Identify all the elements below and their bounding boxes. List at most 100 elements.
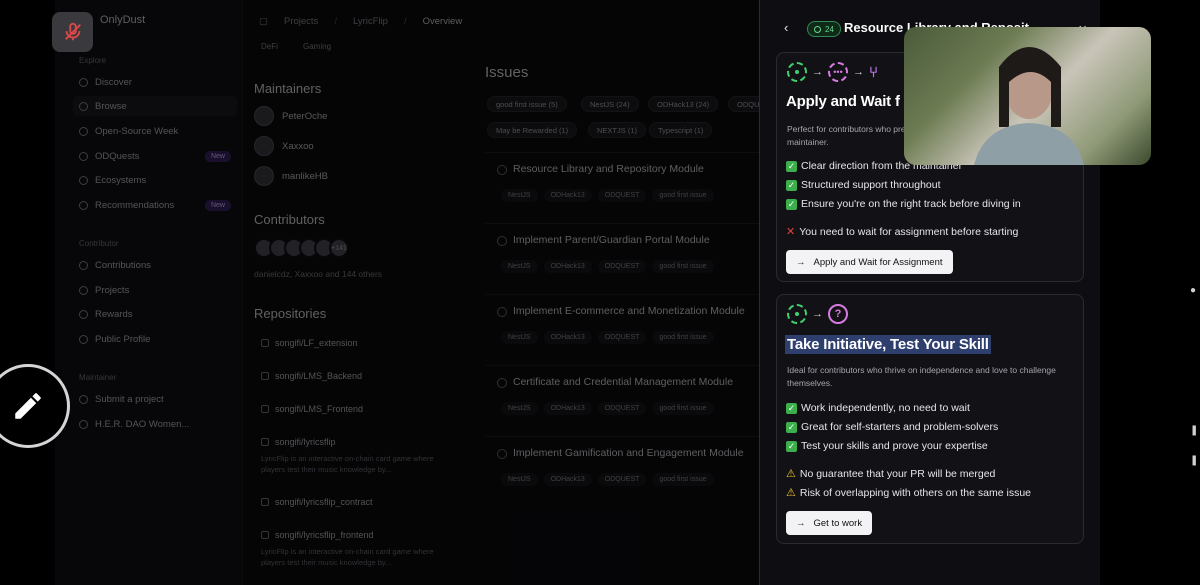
issue-filter-chip[interactable]: NEXTJS (1) — [588, 122, 647, 138]
check-icon: ✓ — [786, 198, 797, 210]
mic-off-icon[interactable] — [52, 12, 93, 52]
repository-item[interactable]: songifi/LMS_Backend — [261, 371, 362, 381]
contributors-text: danielcdz, Xaxxoo and 144 others — [254, 269, 383, 279]
issue-tag: ODQUEST — [597, 331, 647, 344]
sidebar-item-rewards[interactable]: Rewards — [73, 304, 237, 324]
explore-label: Explore — [79, 56, 107, 65]
maintainer-item[interactable]: Xaxxoo — [254, 136, 314, 156]
document-icon — [79, 260, 88, 270]
issue-tag: ODQUEST — [597, 473, 647, 486]
sidebar-item-open-source-week[interactable]: Open-Source Week — [73, 121, 237, 141]
issue-status-icon — [497, 165, 507, 175]
issue-tag: good first issue — [652, 473, 714, 486]
pro-item: ✓ Ensure you're on the right track before… — [786, 198, 1021, 210]
breadcrumb-separator: / — [403, 15, 407, 27]
issue-count-badge: 24 — [807, 21, 841, 37]
issues-title: Issues — [485, 64, 529, 81]
repository-item[interactable]: songifi/lyricsflip_contract — [261, 497, 373, 507]
issue-card[interactable]: Certificate and Credential Management Mo… — [485, 365, 775, 427]
sidebar-item-recommendations[interactable]: Recommendations New — [73, 195, 237, 215]
category-tag: Gaming — [303, 42, 332, 51]
category-tag: DeFi — [261, 42, 278, 51]
webcam-video-overlay — [904, 27, 1151, 165]
sidebar-item-browse[interactable]: Browse — [73, 96, 237, 116]
avatar — [254, 136, 274, 156]
con-item: ✕ You need to wait for assignment before … — [786, 225, 1019, 239]
sidebar-item-her-dao[interactable]: H.E.R. DAO Women... — [73, 414, 237, 434]
issue-filter-chip[interactable]: ODHack13 (24) — [648, 96, 719, 112]
check-icon: ✓ — [786, 440, 797, 452]
breadcrumb-project[interactable]: LyricFlip — [353, 16, 388, 27]
folder-icon — [79, 101, 88, 111]
plus-icon — [79, 394, 88, 404]
repositories-title: Repositories — [254, 306, 327, 321]
coin-icon — [79, 309, 88, 319]
user-icon — [79, 334, 88, 344]
contributor-label: Contributor — [79, 239, 119, 248]
repo-icon — [261, 372, 269, 380]
issue-card[interactable]: Resource Library and Repository Module N… — [485, 152, 775, 214]
issue-title: Implement E-commerce and Monetization Mo… — [513, 305, 745, 317]
chevron-left-icon[interactable]: ‹ — [784, 20, 788, 35]
issue-tag: ODHack13 — [543, 331, 592, 344]
rocket-icon — [79, 126, 88, 136]
issue-filter-chip[interactable]: May be Rewarded (1) — [487, 122, 578, 138]
issue-tag: NestJS — [501, 402, 538, 415]
sidebar-toggle-icon[interactable]: ▢ — [259, 16, 268, 27]
sidebar-item-contributions[interactable]: Contributions — [73, 255, 237, 275]
get-to-work-button[interactable]: → Get to work — [786, 511, 873, 535]
arrow-right-icon: → — [812, 66, 823, 78]
contributors-avatars[interactable]: +141 — [254, 238, 349, 258]
issue-tag: ODQUEST — [597, 260, 647, 273]
breadcrumb-projects[interactable]: Projects — [284, 16, 318, 27]
issue-tag: good first issue — [652, 331, 714, 344]
issue-card[interactable]: Implement Parent/Guardian Portal Module … — [485, 223, 775, 285]
sidebar-item-discover[interactable]: Discover — [73, 72, 237, 92]
apply-and-wait-button[interactable]: → Apply and Wait for Assignment — [786, 250, 953, 274]
breadcrumb-current: Overview — [422, 15, 463, 27]
repository-description: LyricFlip is an interactive on-chain car… — [261, 454, 434, 474]
warning-icon: ⚠ — [786, 468, 796, 480]
issue-tag: NestJS — [501, 260, 538, 273]
sidebar-item-projects[interactable]: Projects — [73, 280, 237, 300]
issue-tag: NestJS — [501, 473, 538, 486]
issue-filter-chip[interactable]: Typescript (1) — [649, 122, 713, 138]
presenter-silhouette — [974, 47, 1084, 165]
repository-item[interactable]: songifi/LF_extension — [261, 338, 358, 348]
repo-icon — [261, 405, 269, 413]
issue-status-icon — [497, 236, 507, 246]
maintainer-item[interactable]: PeterOche — [254, 106, 327, 126]
issue-tag: ODHack13 — [543, 402, 592, 415]
issue-tag: ODHack13 — [543, 189, 592, 202]
avatar — [254, 106, 274, 126]
issue-filter-chip[interactable]: good first issue (5) — [487, 96, 567, 112]
repository-item[interactable]: songifi/lyricsflip_frontend — [261, 530, 374, 540]
maintainer-item[interactable]: manlikeHB — [254, 166, 328, 186]
contributors-title: Contributors — [254, 212, 325, 227]
sidebar-item-ecosystems[interactable]: Ecosystems — [73, 170, 237, 190]
check-icon: ✓ — [786, 179, 797, 191]
repo-icon — [261, 531, 269, 539]
warning-item: ⚠ No guarantee that your PR will be merge… — [786, 467, 996, 481]
workflow-diagram: → ••• → ⑂ — [787, 62, 878, 82]
sidebar: OnlyDust Explore Discover Browse Open-So… — [55, 0, 243, 585]
sidebar-item-public-profile[interactable]: Public Profile — [73, 329, 237, 349]
take-initiative-card: → ? Take Initiative, Test Your Skill Ide… — [776, 294, 1084, 544]
repository-item[interactable]: songifi/LMS_Frontend — [261, 404, 363, 414]
issue-filter-chip[interactable]: NestJS (24) — [581, 96, 639, 112]
sidebar-item-odquests[interactable]: ODQuests New — [73, 146, 237, 166]
sidebar-item-submit-project[interactable]: Submit a project — [73, 389, 237, 409]
repo-icon — [261, 498, 269, 506]
issue-card[interactable]: Implement E-commerce and Monetization Mo… — [485, 294, 775, 356]
issue-title: Implement Parent/Guardian Portal Module — [513, 234, 710, 246]
arrow-right-icon: → — [796, 256, 806, 268]
issue-tag: NestJS — [501, 331, 538, 344]
scroll-indicator-dot: ● — [1190, 285, 1197, 296]
folder-icon — [79, 285, 88, 295]
start-circle-icon — [787, 304, 807, 324]
mic-off-glyph — [64, 22, 81, 41]
repository-item[interactable]: songifi/lyricsflip — [261, 437, 336, 447]
arrow-right-icon: → — [853, 66, 864, 78]
issue-card[interactable]: Implement Gamification and Engagement Mo… — [485, 436, 775, 498]
issue-tag: ODHack13 — [543, 473, 592, 486]
